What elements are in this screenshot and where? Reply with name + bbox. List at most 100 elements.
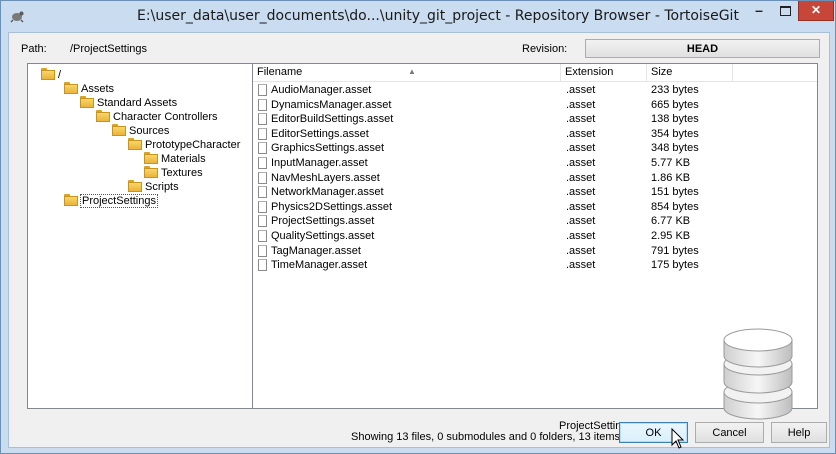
cell-filename: NetworkManager.asset	[271, 186, 384, 199]
cell-filename: AudioManager.asset	[271, 84, 372, 96]
path-label: Path:	[21, 43, 47, 55]
file-icon	[258, 171, 267, 184]
file-icon	[258, 157, 267, 169]
tree-node-prototypecharacter[interactable]: PrototypeCharacter	[128, 138, 240, 152]
column-header-label: Filename	[257, 66, 303, 78]
folder-icon	[64, 194, 78, 206]
tree-node-label: Assets	[81, 83, 115, 95]
table-row[interactable]: Physics2DSettings.asset .asset 854 bytes	[253, 200, 817, 215]
file-icon	[258, 84, 267, 96]
tree-node-root[interactable]: /	[41, 68, 61, 82]
tree-node-sources[interactable]: Sources	[112, 124, 169, 138]
title-bar[interactable]: E:\user_data\user_documents\do...\unity_…	[1, 1, 835, 31]
cell-extension: .asset	[566, 98, 596, 111]
tree-node-label: PrototypeCharacter	[145, 139, 241, 151]
revision-button[interactable]: HEAD	[585, 39, 820, 58]
cell-size: 175 bytes	[651, 259, 699, 272]
folder-icon	[128, 138, 142, 150]
table-row[interactable]: AudioManager.asset .asset 233 bytes	[253, 83, 817, 98]
cell-filename: NavMeshLayers.asset	[271, 171, 380, 184]
table-row[interactable]: EditorSettings.asset .asset 354 bytes	[253, 127, 817, 142]
cell-size: 348 bytes	[651, 142, 699, 155]
cell-filename: QualitySettings.asset	[271, 230, 375, 242]
column-header-extension[interactable]: Extension	[561, 64, 647, 81]
table-row[interactable]: GraphicsSettings.asset .asset 348 bytes	[253, 141, 817, 156]
file-icon	[258, 244, 267, 257]
file-icon	[258, 200, 267, 213]
table-row[interactable]: ProjectSettings.asset .asset 6.77 KB	[253, 214, 817, 229]
file-icon	[258, 230, 267, 242]
file-icon	[258, 98, 267, 111]
tree-node-label: /	[58, 69, 62, 81]
folder-icon	[41, 68, 55, 80]
maximize-icon	[780, 6, 791, 16]
cell-extension: .asset	[566, 127, 596, 140]
tree-node-textures[interactable]: Textures	[144, 166, 203, 180]
cell-extension: .asset	[566, 244, 596, 257]
cell-size: 665 bytes	[651, 98, 699, 111]
table-row[interactable]: NavMeshLayers.asset .asset 1.86 KB	[253, 171, 817, 186]
cell-size: 854 bytes	[651, 200, 699, 213]
cell-size: 2.95 KB	[651, 230, 691, 242]
tree-node-character-controllers[interactable]: Character Controllers	[96, 110, 218, 124]
cell-filename: GraphicsSettings.asset	[271, 142, 385, 155]
tree-node-assets[interactable]: Assets	[64, 82, 114, 96]
repository-browser-window: E:\user_data\user_documents\do...\unity_…	[0, 0, 836, 454]
table-row[interactable]: InputManager.asset .asset 5.77 KB	[253, 156, 817, 171]
table-row[interactable]: QualitySettings.asset .asset 2.95 KB	[253, 229, 817, 244]
column-header-filename[interactable]: Filename ▲	[253, 64, 561, 81]
path-value: /ProjectSettings	[70, 43, 148, 55]
tree-node-standard-assets[interactable]: Standard Assets	[80, 96, 177, 110]
cell-filename: TagManager.asset	[271, 244, 361, 257]
table-row[interactable]: TagManager.asset .asset 791 bytes	[253, 244, 817, 259]
cell-size: 5.77 KB	[651, 157, 691, 169]
list-header: Filename ▲ Extension Size	[253, 64, 817, 82]
column-header-label: Extension	[565, 66, 614, 78]
table-row[interactable]: DynamicsManager.asset .asset 665 bytes	[253, 98, 817, 113]
file-icon	[258, 186, 267, 199]
tree-node-materials[interactable]: Materials	[144, 152, 206, 166]
cell-extension: .asset	[566, 259, 596, 272]
cell-extension: .asset	[566, 84, 596, 96]
tree-node-projectsettings[interactable]: ProjectSettings	[64, 194, 158, 208]
help-button[interactable]: Help	[771, 422, 827, 443]
table-row[interactable]: EditorBuildSettings.asset .asset 138 bytes	[253, 112, 817, 127]
tree-node-label: Standard Assets	[97, 97, 178, 109]
file-icon	[258, 259, 267, 272]
cancel-button[interactable]: Cancel	[695, 422, 764, 443]
cell-extension: .asset	[566, 142, 596, 155]
cell-filename: TimeManager.asset	[271, 259, 368, 272]
folder-tree[interactable]: / Assets Standard Assets Character Contr…	[27, 63, 253, 409]
cell-extension: .asset	[566, 157, 596, 169]
tree-node-scripts[interactable]: Scripts	[128, 180, 179, 194]
window-title: E:\user_data\user_documents\do...\unity_…	[137, 8, 739, 24]
folder-icon	[128, 180, 142, 192]
mouse-cursor-icon	[671, 428, 685, 449]
cell-filename: EditorBuildSettings.asset	[271, 113, 394, 126]
column-header-label: Size	[651, 66, 673, 78]
cell-extension: .asset	[566, 215, 596, 228]
file-icon	[258, 127, 267, 140]
tree-node-label: Materials	[161, 153, 206, 165]
cell-filename: Physics2DSettings.asset	[271, 200, 393, 213]
cell-size: 233 bytes	[651, 84, 699, 96]
table-row[interactable]: TimeManager.asset .asset 175 bytes	[253, 258, 817, 273]
file-icon	[258, 142, 267, 155]
tree-node-label: Textures	[161, 167, 203, 179]
tree-node-label: Scripts	[145, 181, 179, 193]
folder-icon	[144, 152, 158, 164]
folder-icon	[96, 110, 110, 122]
file-list[interactable]: Filename ▲ Extension Size AudioManager.a…	[252, 63, 818, 420]
cell-extension: .asset	[566, 171, 596, 184]
column-header-size[interactable]: Size	[647, 64, 733, 81]
cell-filename: InputManager.asset	[271, 157, 368, 169]
revision-label: Revision:	[522, 43, 568, 55]
close-button[interactable]: ✕	[798, 1, 834, 21]
folder-icon	[112, 124, 126, 136]
cell-extension: .asset	[566, 230, 596, 242]
maximize-button[interactable]	[773, 1, 798, 21]
cell-extension: .asset	[566, 200, 596, 213]
table-row[interactable]: NetworkManager.asset .asset 151 bytes	[253, 185, 817, 200]
minimize-button[interactable]: –	[746, 1, 772, 21]
cell-size: 791 bytes	[651, 244, 699, 257]
